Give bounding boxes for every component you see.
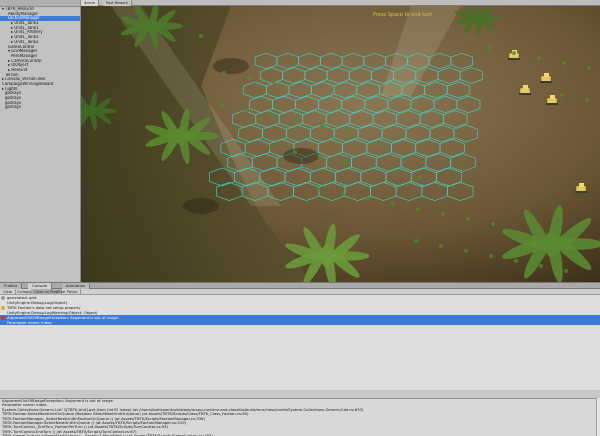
- console-entry-text: Parameter name: index: [7, 320, 52, 325]
- hierarchy-panel: ▾ TBTK_HexGrid AbilityManager FactionManag…: [0, 0, 81, 282]
- grass-tuft: [199, 34, 203, 38]
- grass-tuft: [368, 165, 372, 169]
- grass-tuft: [293, 150, 297, 154]
- grass-tuft: [320, 123, 324, 127]
- grass-tuft: [316, 187, 320, 191]
- grass-tuft: [414, 239, 418, 243]
- grass-tuft: [487, 46, 491, 50]
- tank-track: [519, 93, 531, 95]
- error-icon: [1, 315, 5, 320]
- grass-tuft: [489, 254, 493, 258]
- grass-tuft: [272, 81, 276, 85]
- grass-tuft: [585, 98, 589, 102]
- grass-tuft: [245, 108, 249, 112]
- unity-editor-window: ▾ TBTK_HexGrid AbilityManager FactionManag…: [0, 0, 600, 436]
- grass-tuft: [295, 118, 299, 122]
- tank-track: [508, 58, 520, 60]
- info-icon: [1, 295, 5, 300]
- grass-tuft: [222, 71, 226, 75]
- grass-tuft: [318, 155, 322, 159]
- grass-tuft: [220, 103, 224, 107]
- hierarchy-tab[interactable]: [0, 0, 80, 7]
- grass-tuft: [270, 113, 274, 117]
- tank-track: [540, 81, 552, 83]
- grass-tuft: [391, 202, 395, 206]
- grass-tuft: [466, 217, 470, 221]
- grass-tuft: [345, 128, 349, 132]
- tank-turret: [550, 95, 555, 99]
- grass-tuft: [418, 175, 422, 179]
- scene-view[interactable]: Scene Post Rework Press Space to end tur…: [81, 0, 600, 282]
- grass-tuft: [439, 244, 443, 248]
- console-panel: Profiler Console Animation Clear Collaps…: [0, 282, 600, 436]
- grass-tuft: [441, 212, 445, 216]
- grass-tuft: [243, 140, 247, 144]
- tank-track: [546, 103, 558, 105]
- turn-hint-label: Press Space to end turn: [373, 12, 432, 18]
- hierarchy-tree: ▾ TBTK_HexGrid AbilityManager FactionManag…: [0, 7, 80, 110]
- grass-tuft: [416, 207, 420, 211]
- grass-tuft: [247, 76, 251, 80]
- tank-track: [575, 191, 587, 193]
- scene-render[interactable]: Press Space to end turn: [81, 6, 600, 282]
- grass-tuft: [268, 145, 272, 149]
- grass-tuft: [539, 264, 543, 268]
- stacktrace-scrollbar[interactable]: [596, 398, 600, 436]
- palm-shadow: [283, 148, 319, 164]
- palm-shadow: [183, 198, 219, 214]
- grass-tuft: [341, 192, 345, 196]
- grass-tuft: [587, 66, 591, 70]
- tab-scene[interactable]: Scene: [81, 0, 99, 6]
- console-stacktrace: ArgumentOutOfRangeException: Argument is…: [0, 398, 600, 436]
- console-log-list[interactable]: generated: grid UnityEngine.Debug:Log(Obj…: [0, 295, 600, 390]
- grass-tuft: [464, 249, 468, 253]
- warn-icon: [1, 305, 5, 310]
- grass-tuft: [393, 170, 397, 174]
- scene-tab-bar: Scene Post Rework: [81, 0, 600, 6]
- grass-tuft: [560, 93, 564, 97]
- grass-tuft: [343, 160, 347, 164]
- console-entry[interactable]: Parameter name: index: [0, 320, 600, 325]
- grass-tuft: [366, 197, 370, 201]
- grass-tuft: [562, 61, 566, 65]
- grass-tuft: [537, 56, 541, 60]
- tank-turret: [544, 73, 549, 77]
- tank-turret: [579, 183, 584, 187]
- grass-tuft: [564, 269, 568, 273]
- tab-post-rework[interactable]: Post Rework: [103, 0, 132, 6]
- tank-turret: [523, 85, 528, 89]
- grass-tuft: [514, 259, 518, 263]
- grass-tuft: [512, 51, 516, 55]
- grass-tuft: [491, 222, 495, 226]
- hierarchy-item[interactable]: godrays: [0, 105, 80, 110]
- palm-shadow: [213, 58, 249, 74]
